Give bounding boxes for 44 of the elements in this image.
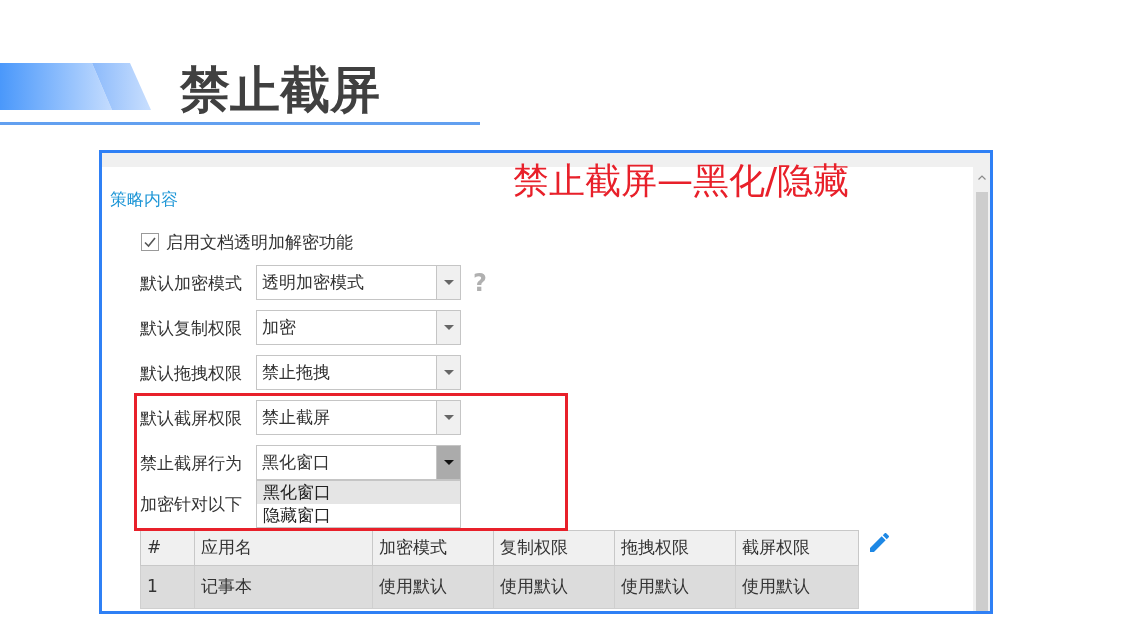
column-header[interactable]: 应用名	[194, 530, 373, 566]
dropdown-button[interactable]	[436, 266, 460, 299]
annotation-text: 禁止截屏—黑化/隐藏	[513, 161, 850, 201]
table-cell: 使用默认	[735, 565, 859, 609]
dropdown-button[interactable]	[436, 446, 460, 479]
select-field[interactable]: 禁止拖拽	[256, 355, 461, 390]
caret-down-icon	[443, 460, 454, 465]
column-header[interactable]: #	[140, 530, 195, 566]
checkbox-label: 启用文档透明加解密功能	[166, 231, 353, 253]
dropdown-button[interactable]	[436, 356, 460, 389]
dropdown-button[interactable]	[436, 401, 460, 434]
table-cell: 使用默认	[614, 565, 736, 609]
scrollbar[interactable]	[973, 167, 990, 611]
table-cell: 记事本	[194, 565, 373, 609]
table-row[interactable]: 1 记事本 使用默认 使用默认 使用默认 使用默认	[140, 565, 859, 609]
section-title: 策略内容	[110, 188, 178, 210]
field-label: 默认加密模式	[140, 271, 243, 294]
caret-down-icon	[443, 415, 454, 420]
field-label: 默认拖拽权限	[140, 361, 243, 384]
field-label: 默认复制权限	[140, 316, 243, 339]
pencil-icon[interactable]	[870, 533, 889, 552]
dropdown-option[interactable]: 黑化窗口	[257, 481, 460, 504]
column-header[interactable]: 加密模式	[372, 530, 494, 566]
caret-down-icon	[443, 370, 454, 375]
table-cell: 使用默认	[493, 565, 615, 609]
column-header[interactable]: 拖拽权限	[614, 530, 736, 566]
scroll-up-icon[interactable]	[977, 175, 986, 180]
table-caption: 加密针对以下	[140, 493, 242, 515]
column-header[interactable]: 复制权限	[493, 530, 615, 566]
select-field[interactable]: 禁止截屏	[256, 400, 461, 435]
dropdown-button[interactable]	[436, 311, 460, 344]
field-label: 默认截屏权限	[140, 406, 243, 429]
select-field[interactable]: 透明加密模式	[256, 265, 461, 300]
checkbox[interactable]	[141, 233, 159, 251]
caret-down-icon	[443, 280, 454, 285]
table-cell: 使用默认	[372, 565, 494, 609]
caret-down-icon	[443, 325, 454, 330]
field-label: 禁止截屏行为	[140, 451, 243, 474]
scrollbar-thumb[interactable]	[975, 192, 988, 611]
select-field[interactable]: 黑化窗口	[256, 445, 461, 480]
select-field[interactable]: 加密	[256, 310, 461, 345]
slide-title: 禁止截屏	[180, 65, 380, 115]
table-cell: 1	[140, 565, 195, 609]
column-header[interactable]: 截屏权限	[735, 530, 859, 566]
